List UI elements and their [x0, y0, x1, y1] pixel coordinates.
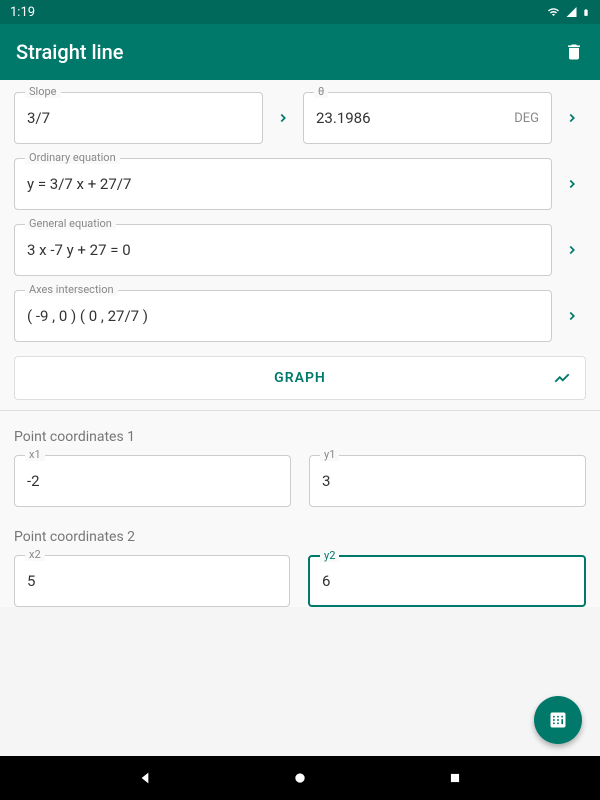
x1-label: x1 — [25, 448, 45, 461]
wifi-icon — [546, 6, 561, 18]
general-expand[interactable] — [558, 243, 586, 257]
axes-expand[interactable] — [558, 309, 586, 323]
slope-label: Slope — [25, 85, 61, 98]
x2-value: 5 — [27, 572, 277, 590]
chart-line-icon — [553, 369, 571, 387]
graph-button[interactable]: GRAPH — [14, 356, 586, 400]
battery-icon — [582, 6, 590, 19]
general-value: 3 x -7 y + 27 = 0 — [27, 241, 539, 259]
app-bar: Straight line — [0, 24, 600, 80]
point2-title: Point coordinates 2 — [14, 529, 586, 545]
status-time: 1:19 — [10, 5, 35, 20]
signal-icon — [565, 6, 578, 18]
theta-expand[interactable] — [558, 111, 586, 125]
graph-button-label: GRAPH — [274, 370, 326, 386]
delete-icon[interactable] — [564, 42, 584, 62]
ordinary-value: y = 3/7 x + 27/7 — [27, 175, 539, 193]
ordinary-expand[interactable] — [558, 177, 586, 191]
general-equation-field[interactable]: General equation 3 x -7 y + 27 = 0 — [14, 224, 552, 276]
nav-back[interactable] — [135, 768, 155, 788]
y2-label: y2 — [320, 549, 339, 562]
y2-field[interactable]: y2 6 — [308, 555, 586, 607]
nav-home[interactable] — [290, 768, 310, 788]
calculator-icon — [548, 710, 568, 730]
theta-label: θ — [314, 85, 328, 98]
main-content: Slope 3/7 θ 23.1986 DEG Ordinary equatio… — [0, 80, 600, 607]
divider — [0, 410, 600, 411]
slope-value: 3/7 — [27, 109, 250, 127]
general-label: General equation — [25, 217, 116, 230]
axes-intersection-field[interactable]: Axes intersection ( -9 , 0 ) ( 0 , 27/7 … — [14, 290, 552, 342]
axes-label: Axes intersection — [25, 283, 118, 296]
slope-expand[interactable] — [269, 111, 297, 125]
theta-value: 23.1986 — [316, 109, 506, 127]
ordinary-label: Ordinary equation — [25, 151, 120, 164]
axes-value: ( -9 , 0 ) ( 0 , 27/7 ) — [27, 307, 539, 325]
x1-value: -2 — [27, 472, 278, 490]
point1-title: Point coordinates 1 — [14, 429, 586, 445]
theta-field[interactable]: θ 23.1986 DEG — [303, 92, 552, 144]
theta-unit: DEG — [514, 111, 539, 126]
y1-value: 3 — [322, 472, 573, 490]
x2-label: x2 — [25, 548, 45, 561]
navigation-bar — [0, 756, 600, 800]
slope-field[interactable]: Slope 3/7 — [14, 92, 263, 144]
y1-label: y1 — [320, 448, 339, 461]
status-bar: 1:19 — [0, 0, 600, 24]
y2-value: 6 — [322, 572, 572, 590]
page-title: Straight line — [16, 40, 124, 64]
x2-field[interactable]: x2 5 — [14, 555, 290, 607]
ordinary-equation-field[interactable]: Ordinary equation y = 3/7 x + 27/7 — [14, 158, 552, 210]
y1-field[interactable]: y1 3 — [309, 455, 586, 507]
x1-field[interactable]: x1 -2 — [14, 455, 291, 507]
calculate-fab[interactable] — [534, 696, 582, 744]
nav-recent[interactable] — [445, 768, 465, 788]
